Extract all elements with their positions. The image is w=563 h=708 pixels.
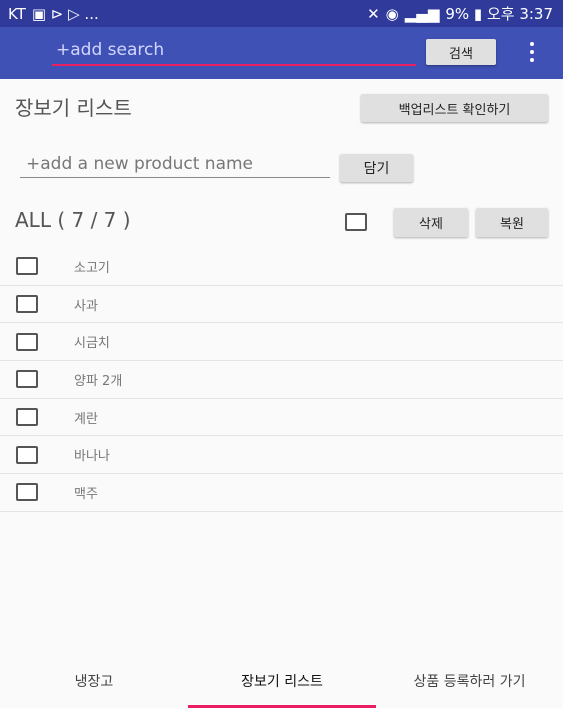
list-item[interactable]: 맥주 [0, 474, 563, 512]
page-title: 장보기 리스트 [15, 96, 132, 120]
item-checkbox[interactable] [16, 332, 38, 351]
tab-fridge[interactable]: 냉장고 [0, 655, 188, 708]
item-label: 사과 [74, 298, 98, 314]
tab-label: 장보기 리스트 [241, 673, 323, 690]
list-item[interactable]: 사과 [0, 286, 563, 324]
item-checkbox[interactable] [16, 370, 38, 389]
delete-button[interactable]: 삭제 [394, 208, 468, 237]
list-item[interactable]: 바나나 [0, 436, 563, 475]
list-item[interactable]: 시금치 [0, 323, 563, 362]
restore-button[interactable]: 복원 [476, 208, 548, 237]
status-left: KT ▣ ⊳ ▷ ... [8, 5, 99, 23]
product-name-input[interactable] [20, 150, 330, 178]
item-label: 계란 [74, 411, 98, 427]
tab-shopping-list[interactable]: 장보기 리스트 [188, 655, 376, 708]
list-item[interactable]: 소고기 [0, 248, 563, 286]
item-checkbox[interactable] [16, 257, 38, 276]
bottom-navigation: 냉장고 장보기 리스트 상품 등록하러 가기 [0, 655, 563, 708]
alarm-icon: ◉ [385, 4, 399, 23]
search-input[interactable] [52, 36, 416, 66]
overflow-menu-icon[interactable] [522, 35, 542, 69]
add-product-button[interactable]: 담기 [340, 154, 413, 182]
tab-label: 냉장고 [74, 673, 114, 690]
item-label: 바나나 [74, 449, 110, 465]
carrier-label: KT [8, 4, 26, 23]
app-bar: 검색 [0, 27, 563, 79]
notification-icons: ▣ ⊳ ▷ ... [31, 4, 99, 23]
mute-icon: ✕ [367, 4, 380, 23]
search-button[interactable]: 검색 [426, 39, 496, 65]
item-checkbox[interactable] [16, 408, 38, 427]
item-label: 시금치 [74, 336, 110, 352]
battery-time: 9% ▮ 오후 3:37 [445, 5, 553, 23]
signal-icon: ▂▄▆ [404, 4, 440, 23]
item-label: 양파 2개 [74, 373, 123, 389]
item-label: 소고기 [74, 260, 110, 276]
tab-label: 상품 등록하러 가기 [413, 673, 526, 690]
status-right: ✕ ◉ ▂▄▆ 9% ▮ 오후 3:37 [367, 3, 553, 24]
list-item[interactable]: 양파 2개 [0, 361, 563, 399]
item-label: 맥주 [74, 486, 98, 502]
shopping-list: 소고기 사과 시금치 양파 2개 계란 바나나 맥주 [0, 248, 563, 512]
item-count-label: ALL ( 7 / 7 ) [15, 208, 131, 232]
item-checkbox[interactable] [16, 295, 38, 314]
list-item[interactable]: 계란 [0, 399, 563, 437]
item-checkbox[interactable] [16, 483, 38, 502]
select-all-checkbox[interactable] [345, 213, 367, 231]
tab-register-product[interactable]: 상품 등록하러 가기 [376, 655, 563, 708]
item-checkbox[interactable] [16, 445, 38, 464]
backup-list-button[interactable]: 백업리스트 확인하기 [361, 94, 548, 122]
status-bar: KT ▣ ⊳ ▷ ... ✕ ◉ ▂▄▆ 9% ▮ 오후 3:37 [0, 0, 563, 27]
